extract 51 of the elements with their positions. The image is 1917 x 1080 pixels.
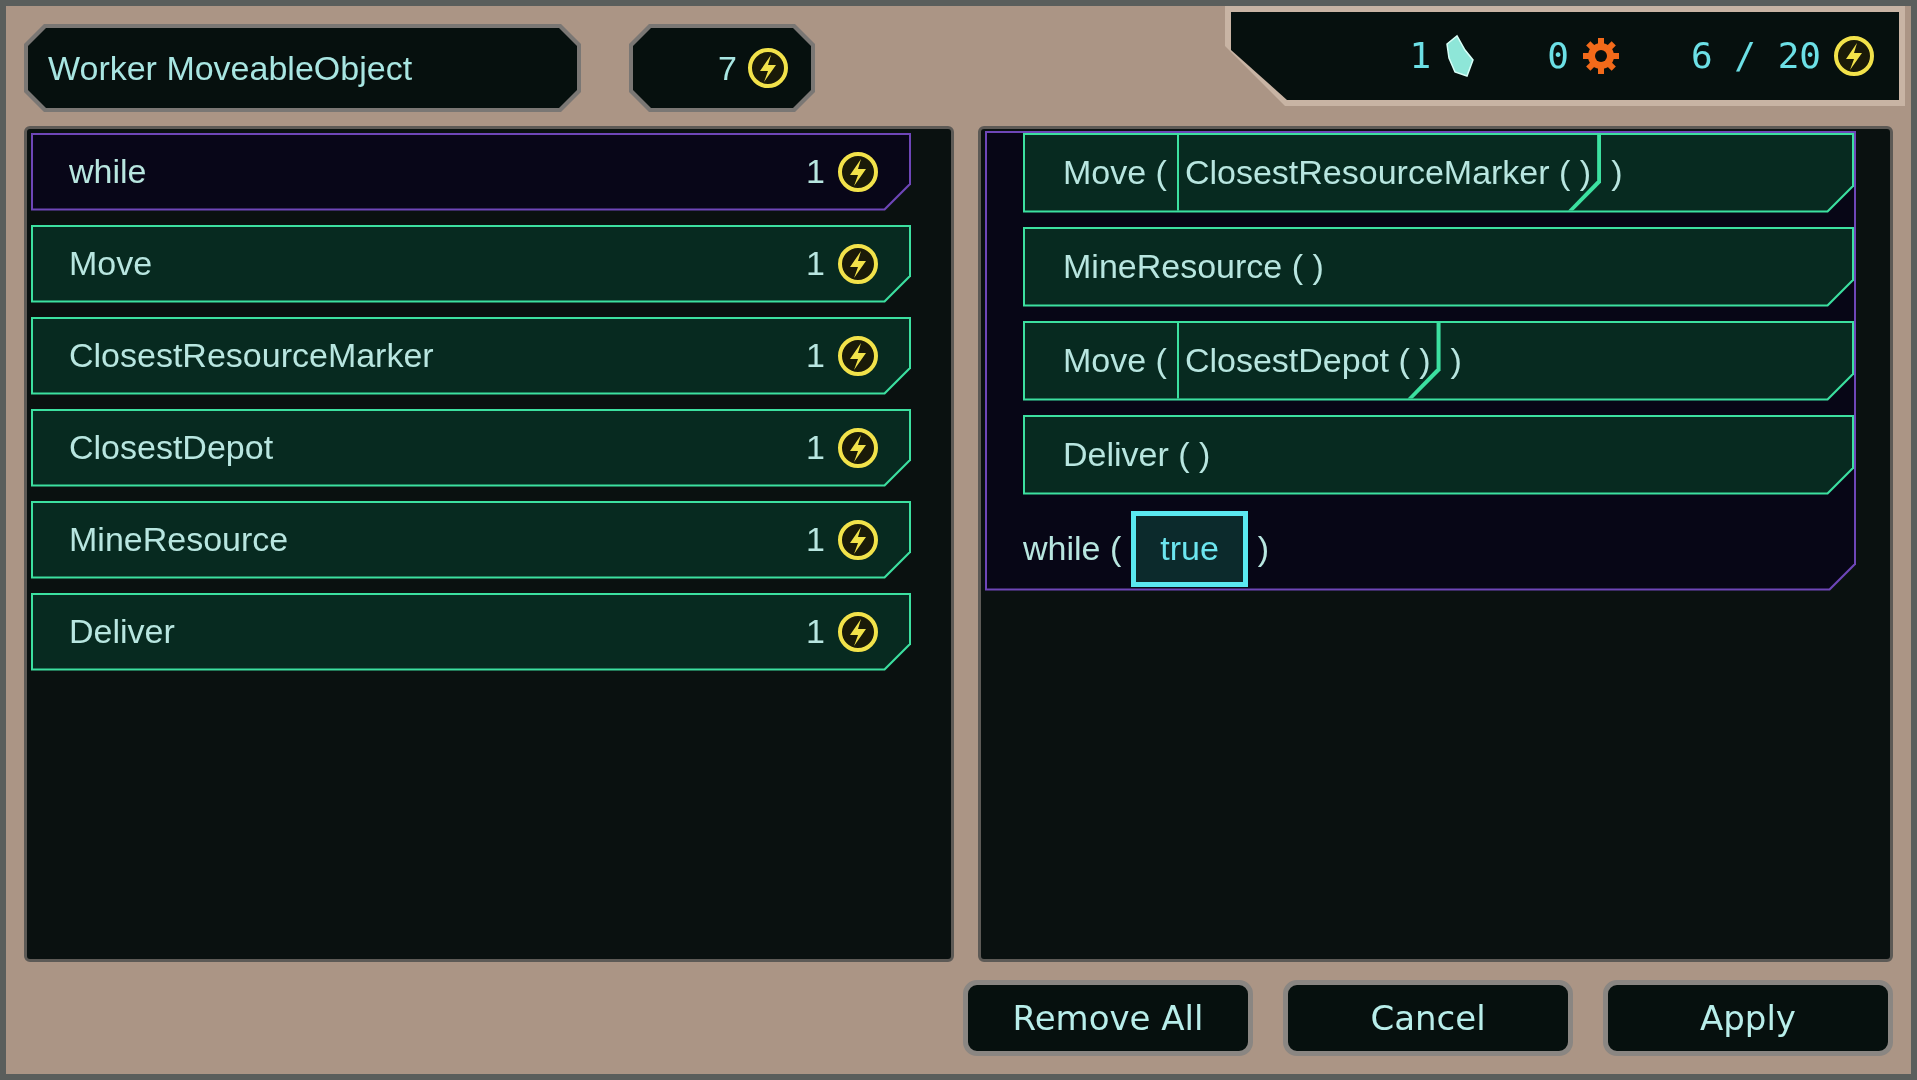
- block-label: MineResource: [69, 519, 290, 561]
- lightning-icon: [837, 426, 879, 469]
- block-cost: 1: [806, 427, 825, 469]
- block-label: Deliver: [69, 611, 176, 653]
- resource-count: 0: [1547, 34, 1569, 78]
- object-title: Worker MoveableObject: [48, 47, 413, 89]
- block-label: ClosestDepot: [69, 427, 275, 469]
- lightning-icon: [837, 334, 879, 377]
- resource-count: 6 / 20: [1690, 34, 1821, 78]
- block-label: while: [69, 151, 148, 193]
- block-cost: 1: [806, 611, 825, 653]
- statement-text: Deliver ( ): [1063, 434, 1211, 476]
- condition-slot[interactable]: true: [1131, 510, 1248, 587]
- palette-block[interactable]: MineResource 1: [31, 500, 911, 579]
- block-label: ClosestResourceMarker: [69, 335, 435, 377]
- statement-block[interactable]: MineResource ( ): [1023, 226, 1854, 307]
- block-cost: 1: [806, 243, 825, 285]
- closing-paren: ): [1257, 528, 1270, 570]
- total-cost: 7: [718, 47, 737, 89]
- block-cost: 1: [806, 335, 825, 377]
- action-button[interactable]: Apply: [1603, 980, 1893, 1056]
- closing-paren: ): [1611, 152, 1623, 194]
- argument-block[interactable]: ClosestResourceMarker ( ): [1176, 132, 1602, 213]
- argument-block[interactable]: ClosestDepot ( ): [1176, 320, 1441, 401]
- loop-block[interactable]: Move ( ClosestResourceMarker ( ) ) MineResource ( ) Move ( ClosestDepot ( ) ) Deliver ( ) while ( true ): [985, 130, 1856, 591]
- statement-text: Move (: [1063, 152, 1167, 194]
- block-cost: 1: [806, 151, 825, 193]
- closing-paren: ): [1450, 340, 1462, 382]
- lightning-icon: [747, 47, 789, 89]
- action-button[interactable]: Remove All: [963, 980, 1253, 1056]
- lightning-icon: [837, 518, 879, 561]
- palette-block[interactable]: ClosestDepot 1: [31, 408, 911, 487]
- palette-block[interactable]: ClosestResourceMarker 1: [31, 316, 911, 395]
- lightning-icon: [837, 150, 879, 193]
- palette-block[interactable]: Move 1: [31, 224, 911, 303]
- statement-text: MineResource ( ): [1063, 246, 1324, 288]
- statement-text: Move (: [1063, 340, 1167, 382]
- block-label: Move: [69, 243, 154, 285]
- palette-block[interactable]: Deliver 1: [31, 592, 911, 671]
- statement-block[interactable]: Deliver ( ): [1023, 414, 1854, 495]
- statement-block[interactable]: Move ( ClosestResourceMarker ( ) ): [1023, 132, 1854, 213]
- statement-block[interactable]: Move ( ClosestDepot ( ) ): [1023, 320, 1854, 401]
- resource-count: 1: [1409, 34, 1432, 78]
- gear-icon: [1580, 36, 1621, 76]
- palette-block[interactable]: while 1: [31, 132, 911, 211]
- lightning-icon: [1833, 35, 1875, 77]
- lightning-icon: [837, 242, 879, 285]
- action-button[interactable]: Cancel: [1283, 980, 1573, 1056]
- lightning-icon: [837, 610, 879, 653]
- block-cost: 1: [806, 519, 825, 561]
- loop-keyword: while (: [1023, 528, 1122, 570]
